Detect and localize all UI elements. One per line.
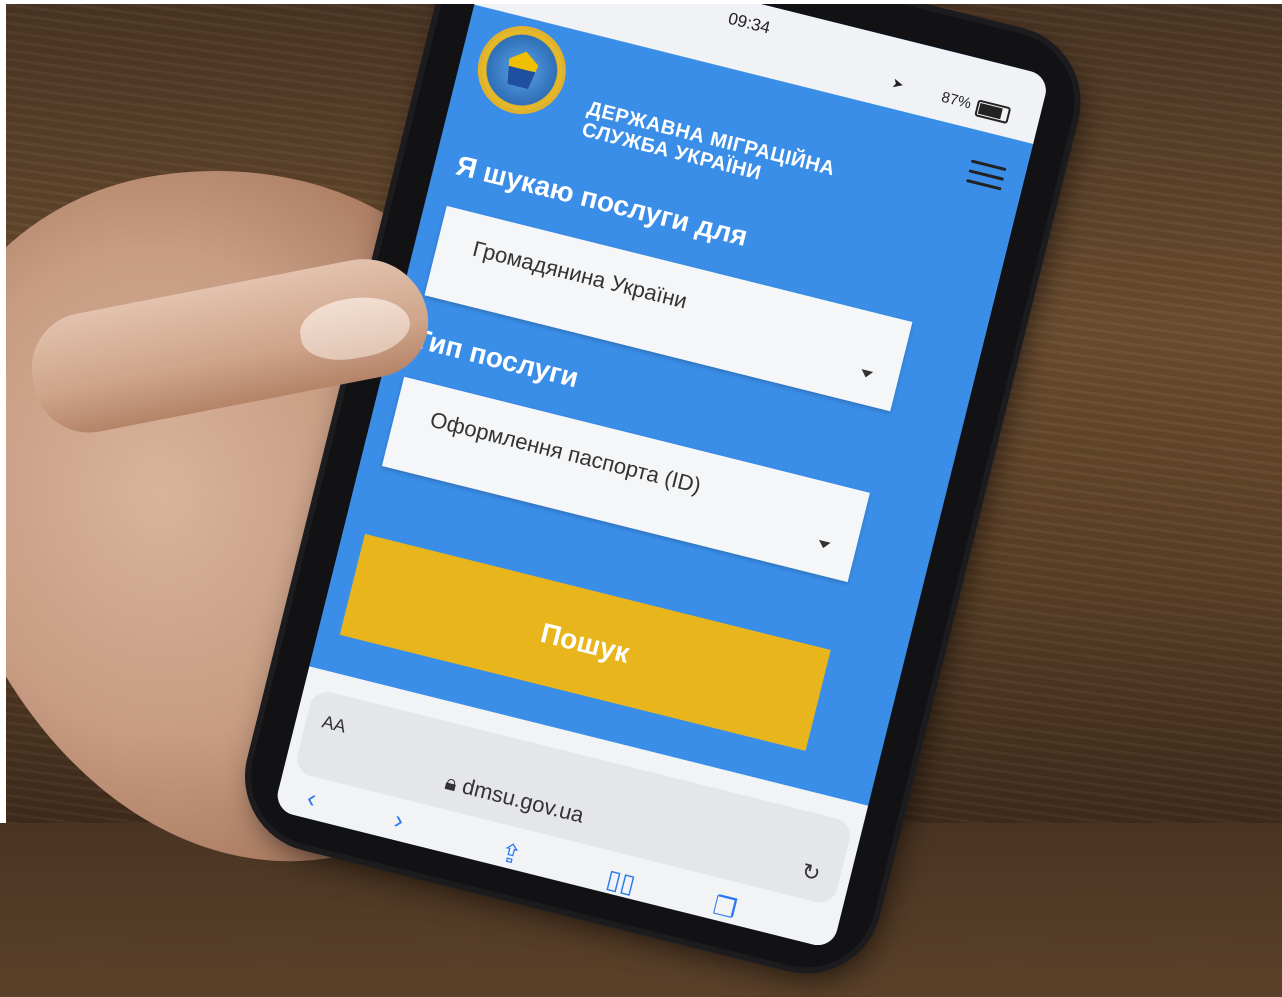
chevron-right-icon[interactable]: › [391,804,407,836]
search-for-value: Громадянина України [470,235,690,314]
service-type-label: Тип послуги [410,322,582,394]
caret-down-icon [859,369,874,379]
tabs-icon[interactable]: ❐ [710,890,740,926]
service-type-select[interactable]: Оформлення паспорта (ID) [381,376,870,583]
service-type-value: Оформлення паспорта (ID) [427,406,704,499]
reload-icon[interactable]: ↻ [799,858,823,888]
coat-of-arms-emblem[interactable] [468,16,576,124]
chevron-left-icon[interactable]: ‹ [304,782,320,814]
text-size-button[interactable]: AA [320,711,348,737]
image-border-top [0,0,1282,4]
agency-name: ДЕРЖАВНА МІГРАЦІЙНА СЛУЖБА УКРАЇНИ [579,97,838,185]
status-time: 09:34 [726,8,773,38]
phone-screen: 09:34 ➤ 87% ДЕРЖАВНА МІГРАЦІЙНА СЛУЖБА У… [273,0,1051,950]
url-value: dmsu.gov.ua [459,773,587,828]
location-icon: ➤ [890,74,906,93]
battery-icon [974,99,1012,125]
hamburger-icon[interactable] [965,159,1007,192]
battery-percentage: 87% [939,88,973,113]
share-icon[interactable]: ⇪ [496,836,525,871]
caret-down-icon [817,539,831,550]
image-border-left [0,0,6,823]
